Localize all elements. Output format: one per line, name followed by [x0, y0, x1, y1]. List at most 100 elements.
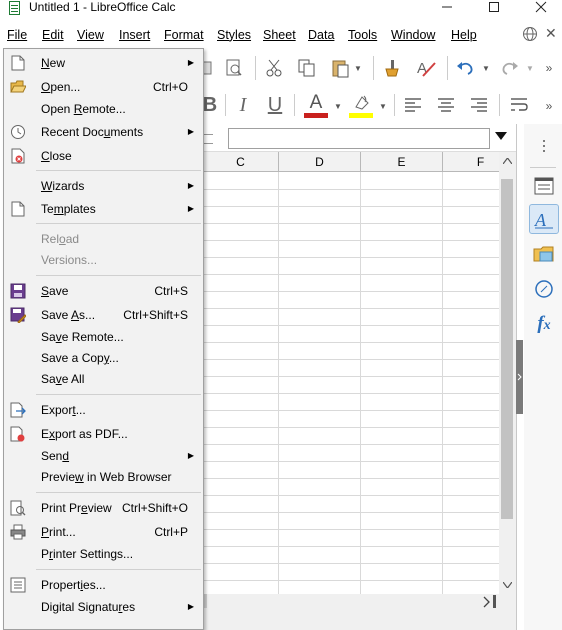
copy-icon[interactable]	[296, 58, 318, 78]
toolbar-overflow-icon[interactable]: »	[541, 58, 557, 78]
hscroll-splitter[interactable]	[493, 595, 496, 608]
cut-icon[interactable]	[263, 58, 285, 78]
submenu-arrow-icon: ▶	[187, 451, 194, 460]
open-folder-icon	[10, 79, 26, 95]
functions-panel-icon[interactable]: fx	[529, 309, 559, 339]
redo-dropdown-icon[interactable]: ▼	[524, 60, 536, 76]
menu-window[interactable]: Window	[391, 27, 435, 43]
menu-format[interactable]: Format	[164, 27, 204, 43]
undo-dropdown-icon[interactable]: ▼	[480, 60, 492, 76]
print-preview-tool-icon[interactable]	[223, 58, 245, 78]
menu-item-printer-settings-label: Printer Settings...	[41, 547, 134, 561]
highlight-color-icon[interactable]	[348, 91, 374, 119]
spreadsheet-grid[interactable]: C D E F	[203, 152, 499, 594]
grid-column-line	[442, 172, 443, 594]
menu-item-save-as[interactable]: Save As... Ctrl+Shift+S	[4, 304, 203, 326]
formula-expand-icon[interactable]	[495, 132, 507, 143]
menu-item-save[interactable]: Save Ctrl+S	[4, 280, 203, 302]
highlight-dropdown-icon[interactable]: ▼	[377, 98, 389, 114]
menu-view[interactable]: View	[77, 27, 104, 43]
underline-icon[interactable]: U	[265, 93, 285, 117]
menu-insert[interactable]: Insert	[119, 27, 150, 43]
wrap-text-icon[interactable]	[508, 95, 530, 115]
menu-item-save-a-copy-label: Save a Copy...	[41, 351, 119, 365]
menu-separator	[36, 492, 201, 493]
column-header-c[interactable]: C	[203, 152, 279, 172]
menu-data[interactable]: Data	[308, 27, 334, 43]
font-color-dropdown-icon[interactable]: ▼	[332, 98, 344, 114]
calc-app-icon	[9, 1, 20, 15]
menu-item-recent-documents[interactable]: Recent Documents ▶	[4, 121, 203, 143]
properties-panel-icon[interactable]	[529, 171, 559, 201]
menu-item-new-label: New	[41, 56, 66, 70]
maximize-button[interactable]	[479, 0, 509, 14]
menu-item-close[interactable]: Close	[4, 145, 203, 167]
menu-item-send[interactable]: Send ▶	[4, 445, 203, 467]
menu-item-save-a-copy[interactable]: Save a Copy...	[4, 347, 203, 369]
scroll-right-arrow-icon[interactable]	[483, 594, 491, 611]
align-center-icon[interactable]	[435, 95, 457, 115]
menu-item-print-preview[interactable]: Print Preview Ctrl+Shift+O	[4, 497, 203, 519]
clear-formatting-icon[interactable]: A	[414, 58, 438, 78]
menu-item-wizards[interactable]: Wizards ▶	[4, 175, 203, 197]
menu-item-print[interactable]: Print... Ctrl+P	[4, 521, 203, 543]
redo-icon[interactable]	[499, 58, 521, 78]
italic-icon[interactable]: I	[235, 94, 251, 116]
column-header-f[interactable]: F	[443, 152, 499, 172]
paste-dropdown-icon[interactable]: ▼	[352, 60, 364, 76]
print-preview-icon	[10, 500, 26, 516]
minimize-button[interactable]	[432, 0, 462, 14]
navigator-panel-icon[interactable]	[529, 274, 559, 304]
close-window-button[interactable]	[526, 0, 556, 14]
scroll-down-arrow-icon[interactable]	[502, 580, 513, 590]
menu-item-preview-web[interactable]: Preview in Web Browser	[4, 466, 203, 488]
menu-separator	[36, 394, 201, 395]
align-left-icon[interactable]	[402, 95, 424, 115]
menu-sheet[interactable]: Sheet	[263, 27, 296, 43]
sidebar-menu-icon[interactable]	[529, 131, 559, 161]
close-document-button[interactable]: ✕	[545, 25, 557, 42]
toolbar-partial-icon[interactable]	[203, 58, 213, 78]
menu-item-digital-signatures[interactable]: Digital Signatures ▶	[4, 596, 203, 618]
menu-item-open-remote[interactable]: Open Remote...	[4, 98, 203, 120]
menu-styles[interactable]: Styles	[217, 27, 251, 43]
menu-item-templates[interactable]: Templates ▶	[4, 198, 203, 220]
submenu-arrow-icon: ▶	[187, 204, 194, 213]
menu-help[interactable]: Help	[451, 27, 477, 43]
menu-item-open[interactable]: Open... Ctrl+O	[4, 76, 203, 98]
menu-item-save-remote[interactable]: Save Remote...	[4, 326, 203, 348]
menu-item-save-shortcut: Ctrl+S	[154, 284, 188, 298]
globe-icon[interactable]	[522, 26, 538, 45]
gallery-panel-icon[interactable]	[529, 239, 559, 269]
menu-item-new[interactable]: New ▶	[4, 52, 203, 74]
column-header-d[interactable]: D	[279, 152, 361, 172]
bold-icon[interactable]: B	[203, 94, 217, 116]
align-right-icon[interactable]	[468, 95, 490, 115]
menu-item-properties[interactable]: Properties...	[4, 574, 203, 596]
menu-edit[interactable]: Edit	[42, 27, 64, 43]
sidebar-collapse-handle[interactable]	[516, 340, 523, 414]
save-icon	[10, 283, 26, 299]
styles-panel-icon[interactable]: A	[529, 204, 559, 234]
scroll-up-arrow-icon[interactable]	[502, 156, 513, 166]
grid-row-line	[203, 189, 499, 190]
menu-file[interactable]: File	[7, 27, 27, 43]
font-color-icon[interactable]: A	[303, 91, 329, 119]
vertical-scrollbar[interactable]	[499, 152, 516, 594]
undo-icon[interactable]	[454, 58, 476, 78]
menu-item-save-all-label: Save All	[41, 372, 85, 386]
vertical-scroll-thumb[interactable]	[501, 179, 513, 519]
menu-item-printer-settings[interactable]: Printer Settings...	[4, 543, 203, 565]
clock-icon	[10, 124, 26, 140]
menu-item-export-pdf[interactable]: Export as PDF...	[4, 423, 203, 445]
toolbar2-overflow-icon[interactable]: »	[541, 96, 557, 116]
menu-tools[interactable]: Tools	[348, 27, 377, 43]
clone-formatting-icon[interactable]	[381, 58, 403, 78]
formula-input[interactable]	[228, 128, 490, 149]
paste-icon[interactable]	[329, 58, 351, 78]
font-color-swatch	[304, 112, 328, 118]
grid-row-line	[203, 206, 499, 207]
menu-item-save-all[interactable]: Save All	[4, 368, 203, 390]
column-header-e[interactable]: E	[361, 152, 443, 172]
menu-item-export[interactable]: Export...	[4, 399, 203, 421]
